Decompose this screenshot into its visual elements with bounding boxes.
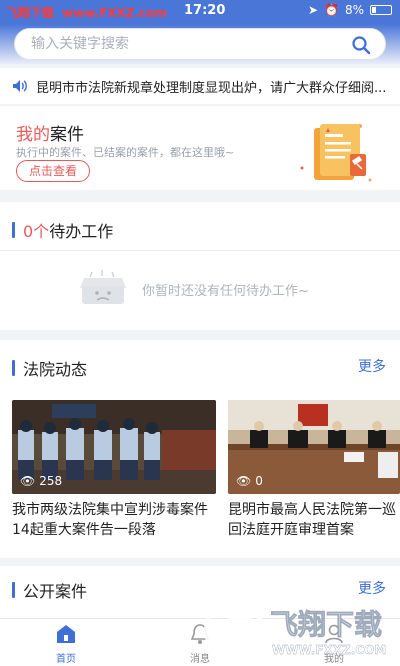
public-cases-header: 公开案件 xyxy=(12,578,87,602)
watermark-cn: 飞翔下载 xyxy=(270,608,382,641)
empty-box-icon xyxy=(80,270,126,304)
search-input[interactable] xyxy=(31,29,341,59)
news-views: 👁 258 xyxy=(20,474,62,488)
search-icon[interactable] xyxy=(351,35,371,55)
news-thumbnail[interactable]: 👁 0 xyxy=(228,400,400,494)
news-thumbnail[interactable]: 👁 258 xyxy=(12,400,216,494)
view-cases-button[interactable]: 点击查看 xyxy=(16,160,91,182)
status-bar: 飞翔下载 www.FXXZ.com 17:20 ➤ ⏰ 8% xyxy=(0,0,400,24)
alarm-icon: ⏰ xyxy=(324,3,339,17)
home-icon xyxy=(57,625,75,643)
court-news-header: 法院动态 xyxy=(12,356,87,380)
case-documents-illustration xyxy=(300,124,372,182)
search-bar[interactable] xyxy=(14,28,386,60)
pending-empty-state: 你暂时还没有任何待办工作~ xyxy=(78,270,309,308)
speaker-icon xyxy=(13,80,27,92)
tab-label: 首页 xyxy=(56,654,76,665)
eye-icon: 👁 xyxy=(20,474,36,488)
watermark-url: WWW.FXXZ.COM xyxy=(272,643,386,657)
my-cases-title-highlight: 我的 xyxy=(16,125,50,145)
section-bar xyxy=(12,222,15,238)
pending-count: 0个 xyxy=(23,222,50,241)
news-views: 👁 0 xyxy=(236,474,263,488)
battery-icon xyxy=(370,5,392,15)
status-time: 17:20 xyxy=(184,3,226,18)
my-cases-title: 我的案件 xyxy=(16,120,84,145)
divider xyxy=(0,250,400,251)
tab-home[interactable]: 首页 xyxy=(36,623,96,665)
section-bar xyxy=(12,582,15,598)
eye-icon: 👁 xyxy=(236,474,252,488)
notice-text[interactable]: 昆明市市法院新规章处理制度显现出炉，请广大群众仔细阅... xyxy=(36,77,396,96)
status-brand: 飞翔下载 xyxy=(6,6,55,20)
pending-title: 待办工作 xyxy=(49,222,114,241)
my-cases-desc: 执行中的案件、已结案的案件，都在这里哦~ xyxy=(16,146,235,159)
status-url: www.FXXZ.com xyxy=(62,5,167,20)
public-cases-title: 公开案件 xyxy=(23,582,88,601)
news-view-count: 258 xyxy=(39,474,63,488)
location-icon: ➤ xyxy=(307,3,318,17)
section-bar xyxy=(12,360,15,376)
my-cases-title-rest: 案件 xyxy=(50,125,84,145)
court-news-more-link[interactable]: 更多 xyxy=(358,356,386,376)
public-cases-more-link[interactable]: 更多 xyxy=(358,578,386,598)
court-news-title: 法院动态 xyxy=(23,360,88,379)
news-view-count: 0 xyxy=(255,474,263,488)
notice-bar[interactable]: 昆明市市法院新规章处理制度显现出炉，请广大群众仔细阅... xyxy=(0,68,400,104)
watermark-logo: 飞翔下载 WWW.FXXZ.COM xyxy=(204,600,386,660)
news-title[interactable]: 我市两级法院集中宣判涉毒案件14起重大案件告一段落 xyxy=(12,500,216,540)
pending-header: 0个 待办工作 xyxy=(12,218,113,242)
pending-section: 0个 待办工作 xyxy=(0,202,400,330)
battery-percent: 8% xyxy=(344,3,364,17)
news-title[interactable]: 昆明市最高人民法院第一巡回法庭开庭审理首案 xyxy=(228,500,400,540)
my-cases-card[interactable]: 我的案件 执行中的案件、已结案的案件，都在这里哦~ 点击查看 xyxy=(0,106,400,190)
pending-empty-text: 你暂时还没有任何待办工作~ xyxy=(142,283,309,299)
